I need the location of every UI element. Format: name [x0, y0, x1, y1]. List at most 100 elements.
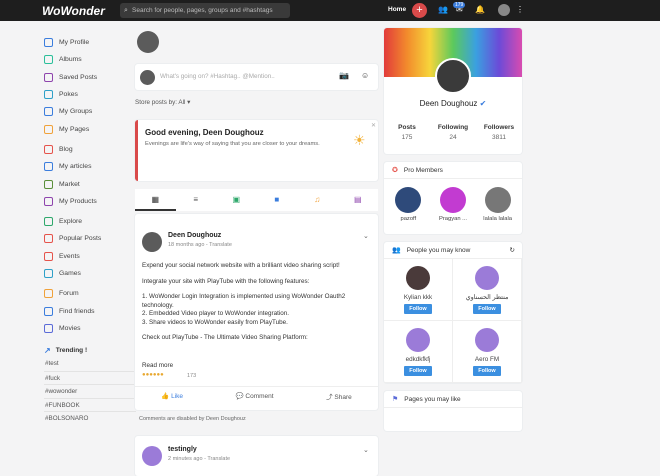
story-avatar[interactable] — [137, 31, 159, 53]
sidebar-item-label: Saved Posts — [59, 73, 98, 81]
suggestion-avatar[interactable] — [406, 266, 430, 290]
comment-label: Comment — [245, 392, 274, 400]
post-paragraph: Expend your social network website with … — [142, 262, 340, 269]
tab-video-icon[interactable]: ■ — [257, 189, 298, 211]
pro-member[interactable]: pazoff — [387, 187, 429, 230]
sidebar-item-label: Market — [59, 180, 80, 188]
site-logo[interactable]: WoWonder — [42, 4, 105, 18]
post-composer[interactable]: What's going on? #Hashtag.. @Mention.. 📷… — [135, 64, 378, 90]
pro-member[interactable]: Pragyan ... — [432, 187, 474, 230]
sticker-icon[interactable]: ☺ — [361, 71, 369, 80]
create-button[interactable]: + — [412, 3, 427, 18]
suggestion: Kylian kkk Follow — [384, 259, 453, 321]
sidebar-item[interactable]: My Pages — [44, 120, 136, 137]
sidebar-item-icon — [44, 107, 53, 117]
read-more-link[interactable]: Read more — [142, 362, 173, 369]
reactions-icon[interactable]: ●●●●●● — [142, 372, 164, 378]
post-author-name[interactable]: Deen Doughouz — [168, 232, 221, 239]
trending-tag[interactable]: #fuck — [44, 370, 136, 385]
tab-files-icon[interactable]: ▤ — [338, 189, 379, 211]
sidebar-item[interactable]: Pokes — [44, 86, 136, 103]
post2-author-name[interactable]: testingly — [168, 446, 197, 453]
suggestion-name[interactable]: منتظر الحسناوي — [453, 294, 521, 301]
follow-button[interactable]: Follow — [473, 366, 501, 376]
sidebar-item[interactable]: Blog — [44, 141, 136, 158]
refresh-icon[interactable]: ↻ — [510, 246, 515, 254]
pro-member-name: lalala lalala — [483, 216, 512, 222]
tab-photos-icon[interactable]: ▣ — [216, 189, 257, 211]
tab-music-icon[interactable]: ♫ — [297, 189, 338, 211]
sidebar-item[interactable]: My articles — [44, 158, 136, 175]
stat-followers[interactable]: Followers 3811 — [476, 124, 522, 141]
suggestion-avatar[interactable] — [406, 328, 430, 352]
profile-avatar[interactable] — [435, 58, 471, 94]
reactions-count[interactable]: 173 — [187, 373, 196, 379]
friends-icon[interactable]: 👥 — [438, 5, 448, 14]
post-author-avatar[interactable] — [142, 232, 162, 252]
trending-tag[interactable]: #wowonder — [44, 384, 136, 398]
sidebar-item[interactable]: Albums — [44, 51, 136, 68]
tab-text-icon[interactable]: ≡ — [176, 189, 217, 211]
sidebar-item-icon — [44, 144, 53, 154]
suggestion: منتظر الحسناوي Follow — [453, 259, 522, 321]
sidebar-item[interactable]: Saved Posts — [44, 69, 136, 86]
sidebar-item[interactable]: Movies — [44, 320, 136, 337]
sidebar-item[interactable]: Find friends — [44, 302, 136, 319]
comment-button[interactable]: 💬 Comment — [236, 392, 274, 400]
sidebar-item[interactable]: Explore — [44, 213, 136, 230]
post-filter[interactable]: Store posts by: All ▾ — [135, 99, 190, 106]
home-link[interactable]: Home — [388, 6, 406, 13]
sidebar-item[interactable]: My Profile — [44, 34, 136, 51]
sidebar-item[interactable]: Events — [44, 248, 136, 265]
notifications-icon[interactable]: 🔔 — [475, 5, 485, 14]
trending-tag[interactable]: #BOLSONARO — [44, 411, 136, 425]
composer-avatar — [140, 70, 155, 85]
post2-author-avatar[interactable] — [142, 446, 162, 466]
sidebar-item-label: My Pages — [59, 125, 90, 133]
follow-button[interactable]: Follow — [404, 366, 432, 376]
suggestion: edkdkfkfj Follow — [384, 321, 453, 383]
pro-member-avatar — [439, 187, 466, 213]
stat-posts[interactable]: Posts 175 — [384, 124, 430, 141]
sidebar-item[interactable]: Forum — [44, 285, 136, 302]
follow-button[interactable]: Follow — [404, 304, 432, 314]
profile-name-text: Deen Doughouz — [419, 99, 478, 108]
follow-button[interactable]: Follow — [473, 304, 501, 314]
sidebar-item[interactable]: Popular Posts — [44, 230, 136, 247]
suggestion-name[interactable]: Kylian kkk — [384, 294, 452, 301]
suggestion-name[interactable]: Aero FM — [453, 356, 521, 363]
sidebar-item-icon — [44, 251, 53, 261]
pro-member-avatar — [395, 187, 422, 213]
top-navbar: WoWonder ⌕ Search for people, pages, grou… — [0, 0, 660, 21]
sidebar-item[interactable]: Market — [44, 175, 136, 192]
suggestion-name[interactable]: edkdkfkfj — [384, 356, 452, 363]
pro-member[interactable]: lalala lalala — [477, 187, 519, 230]
post2-options-icon[interactable]: ⌄ — [363, 446, 369, 454]
messages-badge: 179 — [453, 2, 466, 8]
like-button[interactable]: 👍 Like — [161, 392, 183, 400]
trending-tag[interactable]: #test — [44, 357, 136, 371]
user-avatar[interactable] — [498, 4, 510, 16]
menu-icon[interactable]: ⋮ — [516, 5, 524, 14]
suggestion-avatar[interactable] — [475, 328, 499, 352]
search-input[interactable]: ⌕ Search for people, pages, groups and #h… — [120, 3, 290, 18]
people-box: 👥 People you may know ↻ Kylian kkk Follow م… — [384, 242, 522, 383]
post2-time[interactable]: 2 minutes ago - Translate — [168, 456, 230, 462]
people-title: People you may know — [406, 246, 471, 254]
camera-icon[interactable]: 📷 — [339, 71, 349, 80]
post-options-icon[interactable]: ⌄ — [363, 232, 369, 240]
stat-following[interactable]: Following 24 — [430, 124, 476, 141]
sidebar-item-label: My Products — [59, 197, 97, 205]
post-paragraph: Check out PlayTube - The Ultimate Video … — [142, 334, 308, 341]
suggestion-avatar[interactable] — [475, 266, 499, 290]
sidebar-item[interactable]: My Groups — [44, 103, 136, 120]
tab-all-icon[interactable]: ▦ — [135, 189, 176, 211]
close-icon[interactable]: ✕ — [371, 122, 376, 129]
profile-name[interactable]: Deen Doughouz ✔ — [384, 99, 522, 108]
trending-tag[interactable]: #FUNBOOK — [44, 397, 136, 412]
post-time[interactable]: 18 months ago - Translate — [168, 242, 232, 248]
sidebar-item[interactable]: Games — [44, 265, 136, 282]
share-button[interactable]: ⤴ Share — [326, 391, 352, 401]
sidebar-item[interactable]: My Products — [44, 193, 136, 210]
post-type-tabs: ▦ ≡ ▣ ■ ♫ ▤ — [135, 189, 378, 211]
